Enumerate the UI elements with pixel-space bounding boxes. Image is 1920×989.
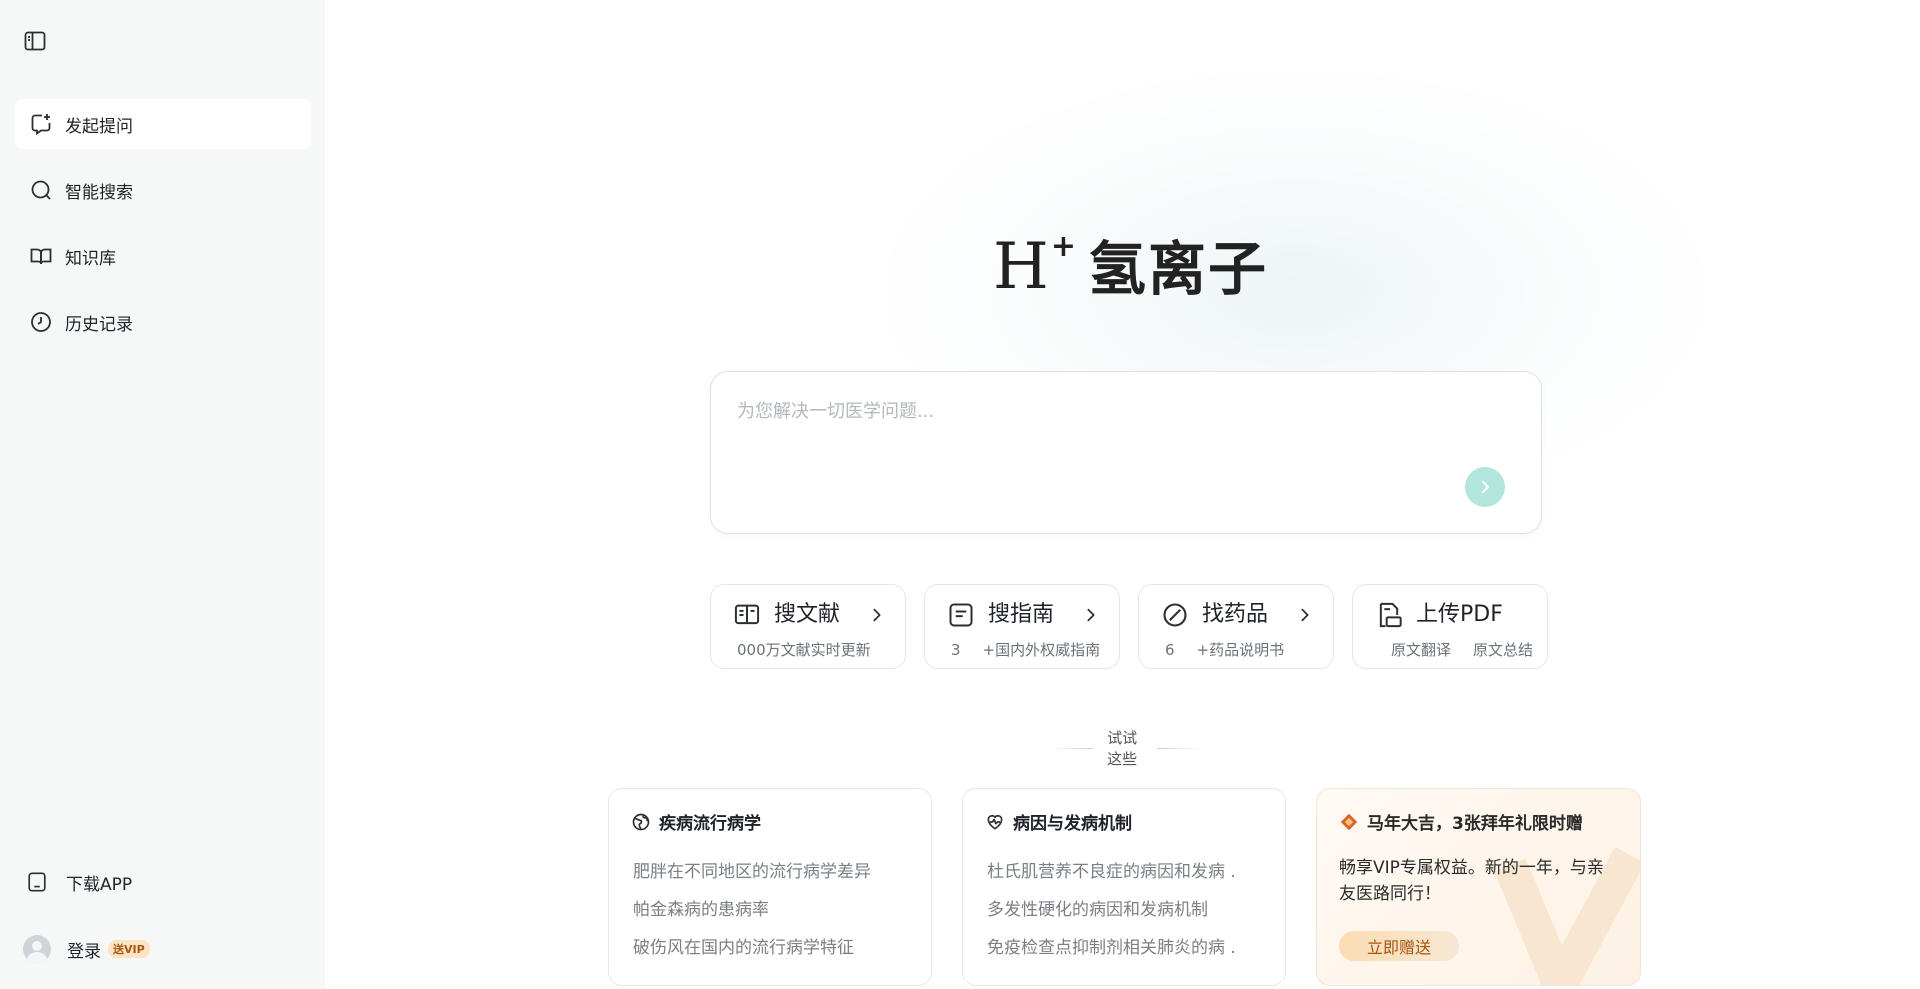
download-app-label: 下载APP xyxy=(66,874,133,895)
pdf-icon xyxy=(1375,601,1403,629)
new-chat-icon xyxy=(29,112,53,136)
topic-suggestion[interactable]: 多发性硬化的病因和发病机制 xyxy=(987,895,1208,920)
sidebar-item-smart-search[interactable]: 智能搜索 xyxy=(15,165,311,215)
quick-card-title: 搜指南 xyxy=(988,602,1055,627)
phone-icon xyxy=(25,870,49,894)
brand-name: 氢离子 xyxy=(1087,235,1268,303)
quick-card-subtitle: 原文翻译 原文总结 xyxy=(1391,641,1534,659)
topic-card-epidemiology: 疾病流行病学 肥胖在不同地区的流行病学差异 帕金森病的患病率 破伤风在国内的流行… xyxy=(608,788,932,986)
question-box xyxy=(710,371,1542,534)
promo-title: 马年大吉，3张拜年礼限时赠 xyxy=(1367,814,1583,834)
quick-search-guidelines[interactable]: 搜指南 3 +国内外权威指南 xyxy=(924,584,1120,669)
quick-card-subtitle: 3 +国内外权威指南 xyxy=(951,641,1101,659)
sidebar: 发起提问 智能搜索 知识库 历史记录 下载APP 登录 送VIP xyxy=(0,0,325,989)
topic-suggestion[interactable]: 破伤风在国内的流行病学特征 xyxy=(633,933,854,958)
chevron-right-icon xyxy=(1481,480,1489,494)
brand-letter: H xyxy=(993,230,1049,304)
promo-description: 畅享VIP专属权益。新的一年，与亲友医路同行！ xyxy=(1339,858,1604,904)
search-icon xyxy=(29,178,53,202)
literature-icon xyxy=(733,601,761,629)
promo-header: 马年大吉，3张拜年礼限时赠 xyxy=(1339,809,1583,834)
try-these-label: 试试这些 xyxy=(1107,729,1138,768)
sidebar-toggle-button[interactable] xyxy=(22,28,48,54)
sidebar-item-label: 历史记录 xyxy=(65,314,133,335)
download-app-button[interactable]: 下载APP xyxy=(25,867,132,897)
quick-find-drugs[interactable]: 找药品 6 +药品说明书 xyxy=(1138,584,1334,669)
topic-suggestion[interactable]: 肥胖在不同地区的流行病学差异 xyxy=(633,857,871,882)
topic-suggestion[interactable]: 免疫检查点抑制剂相关肺炎的病 . xyxy=(987,933,1236,958)
try-these-divider: 试试这些 xyxy=(1035,729,1215,768)
login-label: 登录 xyxy=(67,941,101,962)
quick-search-literature[interactable]: 搜文献 000万文献实时更新 xyxy=(710,584,906,669)
quick-upload-pdf[interactable]: 上传PDF 原文翻译 原文总结 xyxy=(1352,584,1548,669)
sidebar-item-label: 发起提问 xyxy=(65,116,133,137)
send-button[interactable] xyxy=(1465,467,1505,507)
gift-now-button[interactable]: 立即赠送 xyxy=(1339,931,1459,961)
sidebar-item-knowledge-base[interactable]: 知识库 xyxy=(15,231,311,281)
book-open-icon xyxy=(29,244,53,268)
promo-card: 马年大吉，3张拜年礼限时赠 畅享VIP专属权益。新的一年，与亲友医路同行！ 立即… xyxy=(1316,788,1641,986)
fortune-icon xyxy=(1339,812,1359,832)
quick-card-title: 搜文献 xyxy=(774,602,841,627)
globe-icon xyxy=(631,812,651,832)
divider-line xyxy=(1156,747,1201,749)
topic-card-title: 疾病流行病学 xyxy=(659,814,761,834)
quick-card-title: 找药品 xyxy=(1202,602,1269,627)
quick-card-title: 上传PDF xyxy=(1416,602,1503,627)
vip-badge: 送VIP xyxy=(108,940,150,958)
chevron-right-icon xyxy=(1301,608,1309,622)
topic-card-header: 病因与发病机制 xyxy=(985,809,1132,834)
pill-icon xyxy=(1161,601,1189,629)
quick-card-subtitle: 6 +药品说明书 xyxy=(1165,641,1285,659)
topic-suggestion[interactable]: 帕金森病的患病率 xyxy=(633,895,769,920)
topic-card-header: 疾病流行病学 xyxy=(631,809,761,834)
guide-icon xyxy=(947,601,975,629)
sidebar-toggle-icon xyxy=(24,31,46,51)
sidebar-item-history[interactable]: 历史记录 xyxy=(15,297,311,347)
topic-card-title: 病因与发病机制 xyxy=(1013,814,1132,834)
avatar xyxy=(23,935,51,963)
question-input[interactable] xyxy=(737,396,1477,426)
sidebar-item-label: 智能搜索 xyxy=(65,182,133,203)
login-button[interactable]: 登录 送VIP xyxy=(23,934,150,964)
topic-suggestion[interactable]: 杜氏肌营养不良症的病因和发病 . xyxy=(987,857,1236,882)
chevron-right-icon xyxy=(873,608,881,622)
chevron-right-icon xyxy=(1087,608,1095,622)
heart-pulse-icon xyxy=(985,812,1005,832)
clock-icon xyxy=(29,310,53,334)
brand-plus: + xyxy=(1050,229,1076,264)
sidebar-item-new-question[interactable]: 发起提问 xyxy=(15,99,311,149)
sidebar-item-label: 知识库 xyxy=(65,248,116,269)
brand-logo: H + 氢离子 xyxy=(993,229,1268,304)
quick-card-subtitle: 000万文献实时更新 xyxy=(737,641,871,659)
divider-line xyxy=(1049,747,1094,749)
topic-card-etiology: 病因与发病机制 杜氏肌营养不良症的病因和发病 . 多发性硬化的病因和发病机制 免… xyxy=(962,788,1286,986)
